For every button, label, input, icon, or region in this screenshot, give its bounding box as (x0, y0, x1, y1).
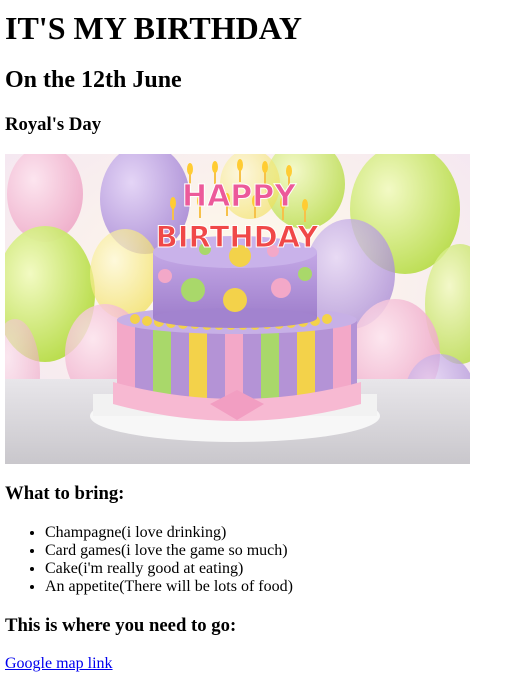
location-heading: This is where you need to go: (5, 615, 237, 636)
bring-heading: What to bring: (5, 483, 125, 504)
list-item: Champagne(i love drinking) (45, 524, 293, 542)
bring-list: Champagne(i love drinking) Card games(i … (5, 524, 293, 596)
cake-text-birthday: BIRTHDAY (156, 220, 320, 254)
cake-illustration: HAPPY BIRTHDAY (5, 154, 470, 464)
google-map-link[interactable]: Google map link (5, 655, 113, 673)
list-item: Card games(i love the game so much) (45, 542, 293, 560)
list-item: An appetite(There will be lots of food) (45, 578, 293, 596)
tagline: Royal's Day (5, 114, 102, 135)
cake-text-happy: HAPPY (182, 179, 297, 214)
date-subtitle: On the 12th June (5, 67, 182, 93)
birthday-cake-photo: HAPPY BIRTHDAY (5, 154, 470, 464)
list-item: Cake(i'm really good at eating) (45, 560, 293, 578)
page-title: IT'S MY BIRTHDAY (5, 10, 303, 46)
